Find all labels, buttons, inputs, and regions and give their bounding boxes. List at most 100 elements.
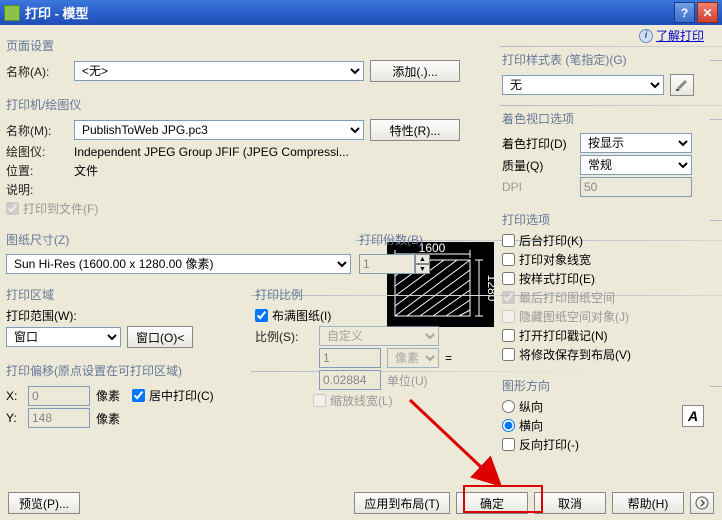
opt-last-ps-checkbox	[502, 291, 515, 304]
copies-up: ▲	[415, 254, 430, 264]
shade-select[interactable]: 按显示	[580, 133, 692, 153]
opt-lw-checkbox[interactable]	[502, 253, 515, 266]
footer: 预览(P)... 应用到布局(T) 确定 取消 帮助(H)	[0, 488, 722, 518]
landscape-label: 横向	[519, 417, 543, 434]
print-scope-label: 打印范围(W):	[6, 309, 77, 323]
copies-group: 打印份数(B) ▲ ▼	[359, 223, 496, 274]
plot-style-title: 打印样式表 (笔指定)(G)	[502, 51, 706, 68]
learn-print-link[interactable]: 了解打印	[656, 27, 704, 44]
copies-down: ▼	[415, 264, 430, 274]
opt-save-layout-label: 将修改保存到布局(V)	[519, 346, 631, 363]
orientation-preview-icon: A	[682, 405, 704, 427]
plotter-value: Independent JPEG Group JFIF (JPEG Compre…	[74, 145, 349, 159]
page-setup-group: 页面设置 名称(A): <无> 添加(.)...	[6, 29, 496, 84]
copies-spinner: ▲ ▼	[359, 254, 496, 274]
opt-style-checkbox[interactable]	[502, 272, 515, 285]
offset-x-unit: 像素	[96, 387, 120, 404]
orientation-group: 图形方向 纵向 横向 反向打印(-) A	[502, 369, 706, 455]
plotter-label: 绘图仪:	[6, 143, 68, 160]
copies-title: 打印份数(B)	[359, 231, 496, 248]
offset-title: 打印偏移(原点设置在可打印区域)	[6, 362, 247, 379]
desc-label: 说明:	[6, 181, 68, 198]
orientation-title: 图形方向	[502, 377, 706, 394]
opt-bg-checkbox[interactable]	[502, 234, 515, 247]
help-button[interactable]: 帮助(H)	[612, 492, 684, 514]
cancel-button[interactable]: 取消	[534, 492, 606, 514]
titlebar: 打印 - 模型 ? ✕	[0, 0, 722, 25]
location-value: 文件	[74, 162, 98, 179]
opt-last-ps-label: 最后打印图纸空间	[519, 289, 615, 306]
scale-den-input	[319, 370, 381, 390]
reverse-checkbox[interactable]	[502, 438, 515, 451]
paper-size-select[interactable]: Sun Hi-Res (1600.00 x 1280.00 像素)	[6, 254, 351, 274]
scale-select: 自定义	[319, 326, 439, 346]
printer-title: 打印机/绘图仪	[6, 96, 496, 113]
fit-to-paper-checkbox[interactable]	[255, 309, 268, 322]
page-setup-title: 页面设置	[6, 37, 496, 54]
window-title: 打印 - 模型	[25, 3, 672, 22]
close-button[interactable]: ✕	[697, 2, 718, 23]
opt-bg-label: 后台打印(K)	[519, 232, 583, 249]
apply-to-layout-button[interactable]: 应用到布局(T)	[354, 492, 450, 514]
offset-y-label: Y:	[6, 411, 22, 425]
offset-x-label: X:	[6, 389, 22, 403]
location-label: 位置:	[6, 162, 68, 179]
page-name-label: 名称(A):	[6, 63, 68, 80]
scale-label: 比例(S):	[255, 328, 313, 345]
center-print-label: 居中打印(C)	[149, 387, 214, 404]
window-pick-button[interactable]: 窗口(O)<	[127, 326, 193, 348]
copies-input	[359, 254, 415, 274]
center-print-checkbox[interactable]	[132, 389, 145, 402]
scale-group: 打印比例 布满图纸(I) 比例(S): 自定义 像素	[255, 278, 496, 411]
plot-style-edit-button[interactable]	[670, 74, 694, 96]
quality-label: 质量(Q)	[502, 157, 574, 174]
printer-group: 打印机/绘图仪 名称(M): PublishToWeb JPG.pc3 特性(R…	[6, 88, 496, 219]
scale-lineweight-checkbox	[313, 394, 326, 407]
scale-num-input	[319, 348, 381, 368]
dpi-input	[580, 177, 692, 197]
opt-stamp-label: 打开打印戳记(N)	[519, 327, 608, 344]
landscape-radio[interactable]	[502, 419, 515, 432]
fit-to-paper-label: 布满图纸(I)	[272, 307, 331, 324]
portrait-label: 纵向	[519, 398, 543, 415]
add-page-setup-button[interactable]: 添加(.)...	[370, 60, 460, 82]
app-icon	[4, 5, 20, 21]
offset-y-input	[28, 408, 90, 428]
opt-lw-label: 打印对象线宽	[519, 251, 591, 268]
printer-properties-button[interactable]: 特性(R)...	[370, 119, 460, 141]
print-options-title: 打印选项	[502, 211, 706, 228]
preview-button[interactable]: 预览(P)...	[8, 492, 80, 514]
printer-name-label: 名称(M):	[6, 122, 68, 139]
printer-name-select[interactable]: PublishToWeb JPG.pc3	[74, 120, 364, 140]
scale-equals: =	[445, 351, 452, 365]
print-to-file-checkbox	[6, 202, 19, 215]
expand-panel-button[interactable]	[690, 492, 714, 514]
print-options-group: 打印选项 后台打印(K) 打印对象线宽 按样式打印(E) 最后打印图纸空间 隐藏…	[502, 203, 706, 365]
dpi-label: DPI	[502, 180, 574, 194]
opt-save-layout-checkbox[interactable]	[502, 348, 515, 361]
portrait-radio[interactable]	[502, 400, 515, 413]
scale-den-unit: 单位(U)	[387, 372, 428, 389]
print-scope-select[interactable]: 窗口	[6, 327, 121, 347]
info-icon: i	[639, 29, 653, 43]
quality-select[interactable]: 常规	[580, 155, 692, 175]
offset-y-unit: 像素	[96, 410, 120, 427]
viewport-group: 着色视口选项 着色打印(D) 按显示 质量(Q) 常规 DPI	[502, 102, 706, 199]
opt-stamp-checkbox[interactable]	[502, 329, 515, 342]
paper-size-group: 图纸尺寸(Z) Sun Hi-Res (1600.00 x 1280.00 像素…	[6, 223, 351, 274]
opt-style-label: 按样式打印(E)	[519, 270, 595, 287]
help-titlebar-button[interactable]: ?	[674, 2, 695, 23]
viewport-title: 着色视口选项	[502, 110, 706, 127]
ok-button[interactable]: 确定	[456, 492, 528, 514]
shade-label: 着色打印(D)	[502, 135, 574, 152]
paper-size-title: 图纸尺寸(Z)	[6, 231, 351, 248]
offset-group: 打印偏移(原点设置在可打印区域) X: 像素 居中打印(C) Y: 像素	[6, 354, 247, 430]
reverse-label: 反向打印(-)	[519, 436, 579, 453]
offset-x-input	[28, 386, 90, 406]
plot-style-group: 打印样式表 (笔指定)(G) 无	[502, 43, 706, 98]
page-name-select[interactable]: <无>	[74, 61, 364, 81]
print-area-title: 打印区域	[6, 286, 247, 303]
plot-style-select[interactable]: 无	[502, 75, 664, 95]
help-link-row: i 了解打印	[639, 27, 704, 44]
opt-hide-ps-checkbox	[502, 310, 515, 323]
